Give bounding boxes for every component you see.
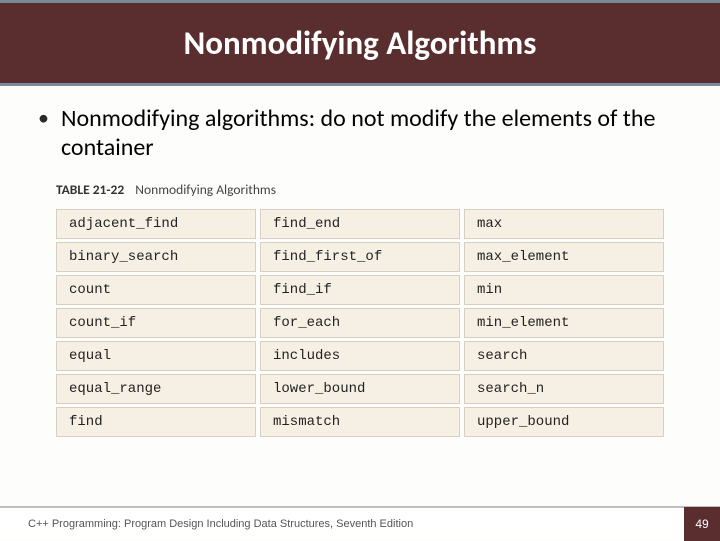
- table-cell: includes: [260, 341, 460, 371]
- table-cell: upper_bound: [464, 407, 664, 437]
- table-row: count_iffor_eachmin_element: [56, 308, 664, 338]
- table-wrap: TABLE 21-22 Nonmodifying Algorithms adja…: [52, 181, 676, 440]
- table-cell: find_first_of: [260, 242, 460, 272]
- table-row: adjacent_findfind_endmax: [56, 209, 664, 239]
- table-caption-label: TABLE 21-22: [56, 181, 124, 198]
- table-cell: search: [464, 341, 664, 371]
- table-cell: min_element: [464, 308, 664, 338]
- table-caption: TABLE 21-22 Nonmodifying Algorithms: [56, 181, 676, 198]
- bullet-text: Nonmodifying algorithms: do not modify t…: [61, 104, 684, 163]
- footer: C++ Programming: Program Design Includin…: [0, 506, 720, 540]
- table-cell: find: [56, 407, 256, 437]
- title-bar: Nonmodifying Algorithms: [0, 0, 720, 86]
- table-cell: find_end: [260, 209, 460, 239]
- table-cell: lower_bound: [260, 374, 460, 404]
- bullet-item: • Nonmodifying algorithms: do not modify…: [36, 104, 684, 163]
- page-number: 49: [684, 507, 720, 541]
- algorithms-table: adjacent_findfind_endmaxbinary_searchfin…: [52, 206, 668, 440]
- table-row: binary_searchfind_first_ofmax_element: [56, 242, 664, 272]
- slide-title: Nonmodifying Algorithms: [184, 23, 537, 63]
- table-row: countfind_ifmin: [56, 275, 664, 305]
- content-area: • Nonmodifying algorithms: do not modify…: [0, 86, 720, 440]
- table-row: findmismatchupper_bound: [56, 407, 664, 437]
- table-cell: find_if: [260, 275, 460, 305]
- table-cell: max_element: [464, 242, 664, 272]
- table-cell: min: [464, 275, 664, 305]
- algorithms-table-body: adjacent_findfind_endmaxbinary_searchfin…: [56, 209, 664, 437]
- table-cell: binary_search: [56, 242, 256, 272]
- table-cell: equal: [56, 341, 256, 371]
- bullet-marker: •: [38, 104, 49, 132]
- table-cell: count: [56, 275, 256, 305]
- table-cell: search_n: [464, 374, 664, 404]
- footer-text: C++ Programming: Program Design Includin…: [28, 518, 413, 530]
- table-cell: equal_range: [56, 374, 256, 404]
- table-cell: adjacent_find: [56, 209, 256, 239]
- table-cell: count_if: [56, 308, 256, 338]
- table-cell: max: [464, 209, 664, 239]
- table-cell: mismatch: [260, 407, 460, 437]
- table-caption-title: Nonmodifying Algorithms: [135, 181, 276, 198]
- table-cell: for_each: [260, 308, 460, 338]
- table-row: equalincludessearch: [56, 341, 664, 371]
- table-row: equal_rangelower_boundsearch_n: [56, 374, 664, 404]
